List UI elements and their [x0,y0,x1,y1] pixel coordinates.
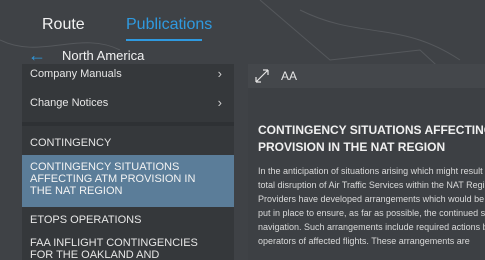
expand-icon[interactable] [255,69,269,83]
list-item-faa-inflight-contingencies[interactable]: FAA INFLIGHT CONTINGENCIES FOR THE OAKLA… [22,237,234,260]
list-item-label: Change Notices [30,97,109,109]
header-tabs: Route Publications [0,0,485,44]
document-title: CONTINGENCY SITUATIONS AFFECTING ATM PRO… [258,122,485,156]
active-tab-indicator [126,39,202,41]
tab-route[interactable]: Route [42,16,85,34]
breadcrumb-title: North America [62,47,145,63]
list-item-contingency-situations[interactable]: CONTINGENCY SITUATIONS AFFECTING ATM PRO… [22,155,234,207]
arrow-left-icon[interactable]: ← [28,46,48,64]
body-line: Providers have developed arrangements wh… [258,194,485,204]
body-line: operators of affected flights. These arr… [258,236,470,246]
list-item-etops-operations[interactable]: ETOPS OPERATIONS [22,210,234,230]
list-item-company-manuals[interactable]: Company Manuals › [22,64,234,84]
breadcrumb: ← North America [28,44,144,66]
list-item-change-notices[interactable]: Change Notices › [22,91,234,115]
list-item-contingency[interactable]: CONTINGENCY [22,130,234,156]
divider [22,122,234,126]
document-toolbar: AA [248,64,485,88]
title-line: PROVISION IN THE NAT REGION [258,140,446,154]
list-item-label: CONTINGENCY [30,137,112,149]
body-line: In the anticipation of situations arisin… [258,166,485,176]
list-item-label: Company Manuals [30,68,122,80]
body-line: put in place to ensure, as far as possib… [258,208,485,218]
list-item-label: ETOPS OPERATIONS [30,214,142,226]
title-line: CONTINGENCY SITUATIONS AFFECTING ATM [258,123,485,137]
body-line: total disruption of Air Traffic Services… [258,180,485,190]
document-panel: AA CONTINGENCY SITUATIONS AFFECTING ATM … [248,64,485,260]
chevron-right-icon: › [217,66,222,81]
list-item-label: CONTINGENCY SITUATIONS AFFECTING ATM PRO… [30,161,196,197]
publications-list: Company Manuals › Change Notices › CONTI… [22,64,234,260]
chevron-right-icon: › [217,95,222,110]
document-body: In the anticipation of situations arisin… [258,164,485,248]
font-size-icon[interactable]: AA [281,69,297,83]
body-line: navigation. Such arrangements include re… [258,222,485,232]
list-item-label: FAA INFLIGHT CONTINGENCIES FOR THE OAKLA… [30,237,198,260]
tab-publications[interactable]: Publications [126,16,212,34]
